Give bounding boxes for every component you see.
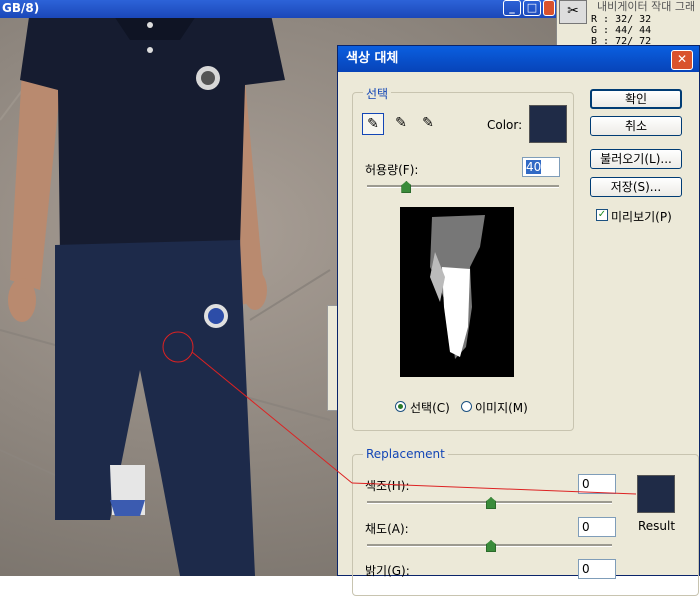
fuzziness-value: 40 <box>526 160 542 174</box>
saturation-input[interactable]: 0 <box>578 517 616 537</box>
preview-label[interactable]: 미리보기(P) <box>611 208 672 225</box>
maximize-button[interactable]: □ <box>523 0 541 16</box>
close-button[interactable] <box>543 0 555 16</box>
preview-checkbox[interactable]: ✓ <box>596 209 608 221</box>
lightness-label: 밝기(G): <box>365 564 410 578</box>
tools-icon[interactable]: ✂ <box>559 0 587 24</box>
mask-figure <box>430 215 485 359</box>
eyedropper-icon[interactable]: ✎ <box>362 113 384 135</box>
selection-group: 선택 ✎ ✎ ✎ Color: 허용량(F): 40 선택(C) 이미지(M) <box>352 85 574 431</box>
fuzziness-slider-track[interactable] <box>367 185 559 188</box>
save-button[interactable]: 저장(S)... <box>590 177 682 197</box>
radio-image[interactable] <box>461 401 472 412</box>
document-titlebar: GB/8) _ □ <box>0 0 556 18</box>
dialog-title: 색상 대체 <box>338 46 699 72</box>
color-label: Color: <box>487 118 523 132</box>
eyedropper-plus-icon[interactable]: ✎ <box>390 113 412 135</box>
lightness-input[interactable]: 0 <box>578 559 616 579</box>
selection-group-label: 선택 <box>363 85 392 102</box>
radio-selection-label[interactable]: 선택(C) <box>410 399 450 416</box>
fuzziness-input[interactable]: 40 <box>522 157 560 177</box>
replace-color-dialog: 색상 대체 ✕ 선택 ✎ ✎ ✎ Color: 허용량(F): 40 선택(C)… <box>337 45 700 596</box>
replacement-group: Replacement 색조(H): 0 채도(A): 0 밝기(G): 0 R… <box>352 447 699 596</box>
load-button[interactable]: 불러오기(L)... <box>590 149 682 169</box>
saturation-slider-thumb[interactable] <box>486 540 496 552</box>
cancel-button[interactable]: 취소 <box>590 116 682 136</box>
result-color-swatch[interactable] <box>637 475 675 513</box>
info-g: G : 44/ 44 <box>591 25 652 36</box>
radio-image-label[interactable]: 이미지(M) <box>475 399 528 416</box>
fuzziness-slider-thumb[interactable] <box>401 181 412 193</box>
saturation-label: 채도(A): <box>365 522 409 536</box>
selection-color-swatch[interactable] <box>529 105 567 143</box>
document-title: GB/8) <box>2 1 40 15</box>
selection-preview-image[interactable] <box>400 207 514 377</box>
navigator-panel: ✂ 내비게이터 작대 그래 R : 32/ 32 G : 44/ 44 B : … <box>556 0 700 48</box>
eyedropper-minus-icon[interactable]: ✎ <box>417 113 439 135</box>
replacement-group-label: Replacement <box>363 447 448 461</box>
dialog-close-button[interactable]: ✕ <box>671 50 693 70</box>
ok-button[interactable]: 확인 <box>590 89 682 109</box>
panel-tabs[interactable]: 내비게이터 작대 그래 <box>597 0 695 14</box>
hue-slider-thumb[interactable] <box>486 497 496 509</box>
fuzziness-label: 허용량(F): <box>365 163 419 177</box>
info-rgb-readout: R : 32/ 32 G : 44/ 44 B : 72/ 72 <box>591 14 651 47</box>
info-r: R : 32/ 32 <box>591 14 652 25</box>
hue-input[interactable]: 0 <box>578 474 616 494</box>
radio-selection[interactable] <box>395 401 406 412</box>
result-label: Result <box>638 519 676 533</box>
person-figure <box>8 10 285 576</box>
minimize-button[interactable]: _ <box>503 0 521 16</box>
hue-label: 색조(H): <box>365 479 410 493</box>
